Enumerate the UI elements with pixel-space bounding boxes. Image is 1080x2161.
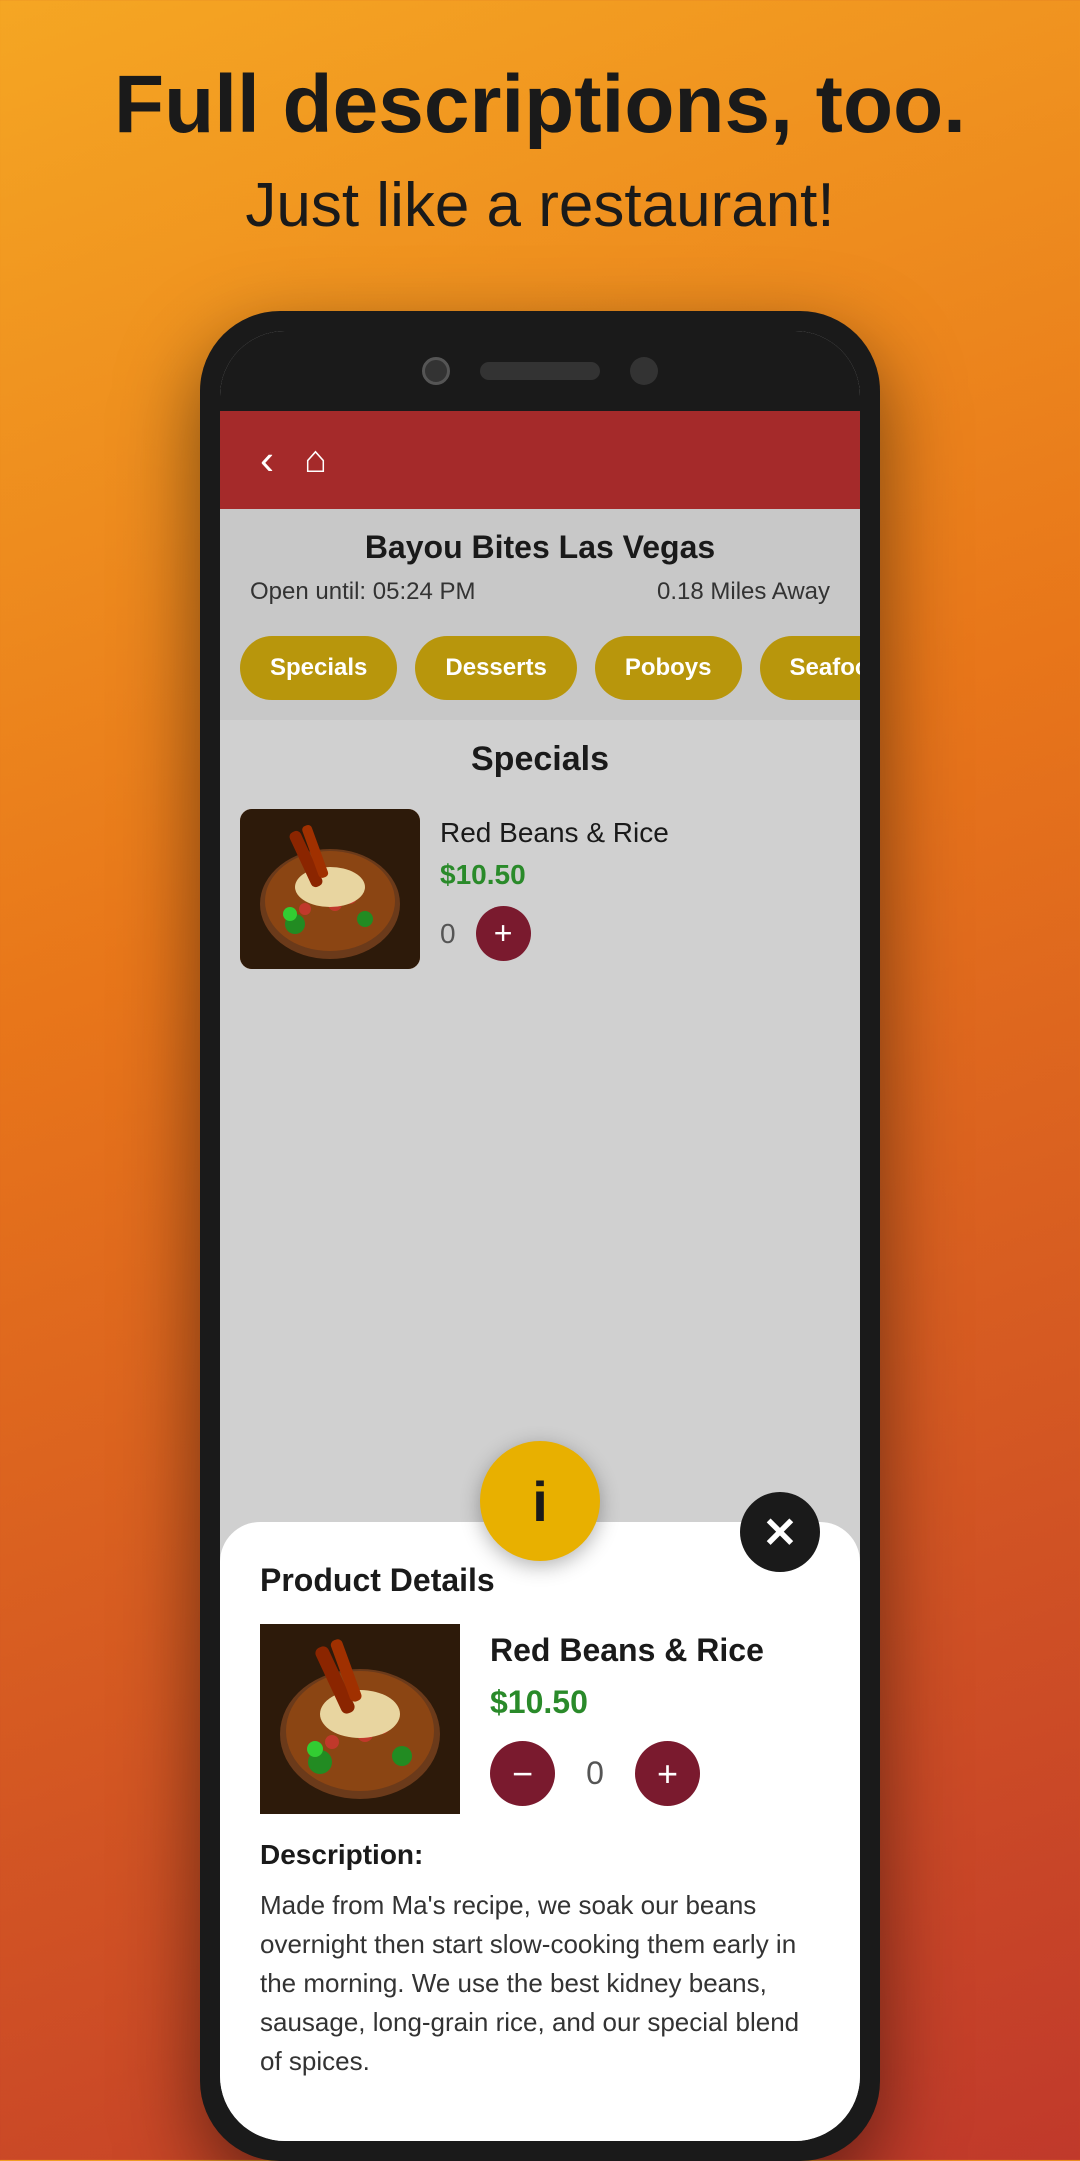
page-title: Full descriptions, too. — [80, 60, 1000, 150]
item-price: $10.50 — [440, 859, 840, 891]
modal-food-image — [260, 1624, 460, 1814]
phone-notch — [220, 331, 860, 411]
page-subtitle: Just like a restaurant! — [80, 170, 1000, 241]
description-text: Made from Ma's recipe, we soak our beans… — [260, 1886, 820, 2081]
restaurant-meta: Open until: 05:24 PM 0.18 Miles Away — [250, 578, 830, 606]
modal-title: Product Details — [260, 1562, 820, 1599]
menu-item-row: Red Beans & Rice $10.50 0 + — [220, 799, 860, 979]
tab-desserts[interactable]: Desserts — [415, 636, 576, 700]
info-bubble[interactable]: i — [480, 1441, 600, 1561]
restaurant-bar: Bayou Bites Las Vegas Open until: 05:24 … — [220, 509, 860, 616]
minus-button[interactable]: − — [490, 1741, 555, 1806]
modal-quantity-display: 0 — [580, 1755, 610, 1792]
tab-seafood[interactable]: Seafood — [760, 636, 861, 700]
restaurant-name: Bayou Bites Las Vegas — [250, 529, 830, 566]
modal-product-row: Red Beans & Rice $10.50 − 0 + — [260, 1624, 820, 1814]
speaker-icon — [480, 362, 600, 380]
modal-item-price: $10.50 — [490, 1684, 820, 1721]
add-button[interactable]: + — [476, 906, 531, 961]
description-label: Description: — [260, 1839, 820, 1871]
app-header: ‹ ⌂ — [220, 411, 860, 509]
home-icon[interactable]: ⌂ — [304, 439, 327, 482]
section-title: Specials — [220, 740, 860, 779]
tab-specials[interactable]: Specials — [240, 636, 397, 700]
modal-item-name: Red Beans & Rice — [490, 1632, 820, 1669]
product-modal: ✕ Product Details — [220, 1522, 860, 2141]
modal-food-svg — [260, 1624, 460, 1814]
phone-mockup: ‹ ⌂ Bayou Bites Las Vegas Open until: 05… — [0, 311, 1080, 2161]
modal-plus-button[interactable]: + — [635, 1741, 700, 1806]
phone-frame: ‹ ⌂ Bayou Bites Las Vegas Open until: 05… — [200, 311, 880, 2161]
camera-icon — [422, 357, 450, 385]
food-image — [240, 809, 420, 969]
tab-poboys[interactable]: Poboys — [595, 636, 742, 700]
sensor-icon — [630, 357, 658, 385]
item-name: Red Beans & Rice — [440, 817, 840, 849]
category-tabs: Specials Desserts Poboys Seafood — [220, 616, 860, 720]
distance: 0.18 Miles Away — [657, 578, 830, 606]
quantity-display: 0 — [440, 918, 456, 950]
menu-item-info: Red Beans & Rice $10.50 0 + — [440, 817, 840, 961]
food-thumbnail — [240, 809, 420, 969]
modal-qty-controls: − 0 + — [490, 1741, 820, 1806]
quantity-controls: 0 + — [440, 906, 840, 961]
menu-content: Specials — [220, 720, 860, 999]
info-icon: i — [532, 1469, 548, 1534]
open-time: Open until: 05:24 PM — [250, 578, 475, 606]
close-button[interactable]: ✕ — [740, 1492, 820, 1572]
back-button[interactable]: ‹ — [260, 436, 274, 484]
modal-item-info: Red Beans & Rice $10.50 − 0 + — [490, 1624, 820, 1814]
phone-screen: ‹ ⌂ Bayou Bites Las Vegas Open until: 05… — [220, 331, 860, 2141]
